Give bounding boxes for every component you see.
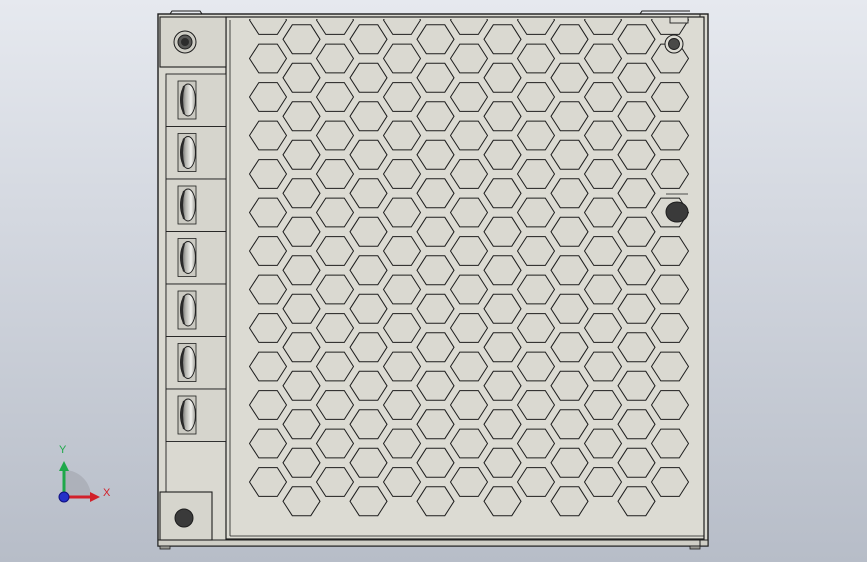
led-indicator-core — [668, 38, 680, 50]
terminal-screw-icon — [165, 388, 227, 442]
terminal-screw-icon — [165, 283, 227, 337]
housing-foot-right — [689, 545, 701, 550]
adjust-pot-icon — [665, 201, 689, 223]
y-axis-label: Y — [59, 444, 67, 456]
terminal-screw-icon — [165, 73, 227, 127]
mount-hole-bottom-icon — [174, 508, 194, 528]
housing-foot-left — [159, 545, 171, 550]
housing-base-strip — [157, 539, 709, 547]
z-axis-dot — [58, 491, 70, 503]
x-axis-label: X — [103, 487, 111, 499]
terminal-screws — [165, 73, 227, 442]
top-right-tab — [669, 16, 689, 24]
terminal-screw-icon — [165, 126, 227, 180]
mount-hole-top-core — [181, 38, 189, 46]
terminal-screw-icon — [165, 178, 227, 232]
cad-viewport[interactable]: X Y — [0, 0, 867, 562]
terminal-screw-icon — [165, 231, 227, 285]
power-supply-model[interactable] — [157, 6, 709, 550]
graphics-area[interactable] — [0, 0, 867, 562]
terminal-screw-icon — [165, 336, 227, 390]
